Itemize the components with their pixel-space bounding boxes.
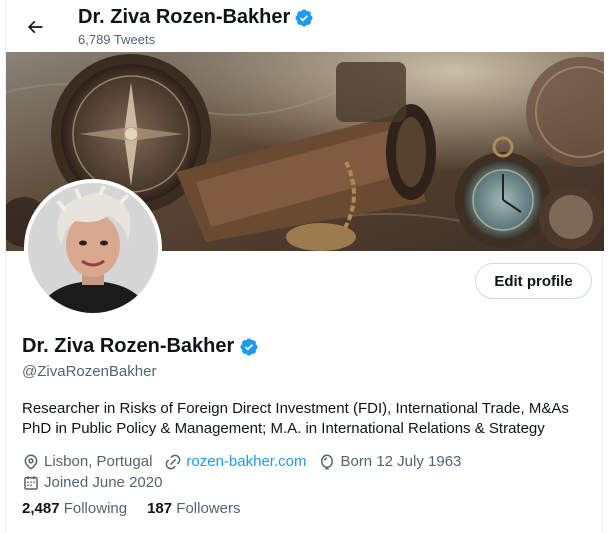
- following-link[interactable]: 2,487 Following: [22, 500, 127, 517]
- link-icon: [166, 454, 181, 469]
- location-pin-icon: [24, 454, 38, 470]
- birthday-text: Born 12 July 1963: [340, 453, 462, 470]
- following-count: 2,487: [22, 500, 60, 517]
- arrow-left-icon: [27, 20, 43, 34]
- avatar-image: [28, 183, 158, 313]
- bio-line: Researcher in Risks of Foreign Direct In…: [22, 400, 569, 417]
- website-link[interactable]: rozen-bakher.com: [186, 453, 306, 470]
- balloon-icon: [321, 454, 334, 469]
- verified-badge-icon: [240, 337, 258, 356]
- profile-stats: 2,487 Following 187 Followers: [22, 500, 240, 517]
- bio-line: PhD in Public Policy & Management; M.A. …: [22, 420, 545, 437]
- display-name: Dr. Ziva Rozen-Bakher: [22, 335, 235, 357]
- calendar-icon: [24, 475, 38, 490]
- birthday-item: Born 12 July 1963: [318, 453, 461, 471]
- profile-name: Dr. Ziva Rozen-Bakher: [22, 335, 259, 358]
- tweet-count: 6,789 Tweets: [78, 32, 156, 47]
- verified-badge-icon: [295, 8, 313, 27]
- location-text: Lisbon, Portugal: [44, 453, 153, 470]
- website-item[interactable]: rozen-bakher.com: [164, 453, 306, 471]
- edit-profile-button[interactable]: Edit profile: [475, 263, 592, 299]
- profile-page: Dr. Ziva Rozen-Bakher 6,789 Tweets Edit …: [5, 0, 604, 533]
- followers-count: 187: [147, 500, 173, 517]
- followers-link[interactable]: 187 Followers: [147, 500, 240, 517]
- header-title: Dr. Ziva Rozen-Bakher: [78, 6, 314, 29]
- joined-text: Joined June 2020: [44, 474, 163, 491]
- following-label: Following: [63, 500, 128, 517]
- profile-meta: Lisbon, Portugal rozen-bakher.com Born 1…: [22, 451, 596, 493]
- profile-avatar[interactable]: [24, 179, 162, 317]
- followers-label: Followers: [176, 500, 241, 517]
- profile-bio: Researcher in Risks of Foreign Direct In…: [22, 399, 596, 439]
- joined-item: Joined June 2020: [22, 474, 162, 492]
- location-item: Lisbon, Portugal: [22, 453, 152, 471]
- profile-handle: @ZivaRozenBakher: [22, 363, 157, 380]
- profile-header: Dr. Ziva Rozen-Bakher 6,789 Tweets: [6, 0, 604, 52]
- back-button[interactable]: [18, 10, 52, 44]
- header-name: Dr. Ziva Rozen-Bakher: [78, 6, 291, 28]
